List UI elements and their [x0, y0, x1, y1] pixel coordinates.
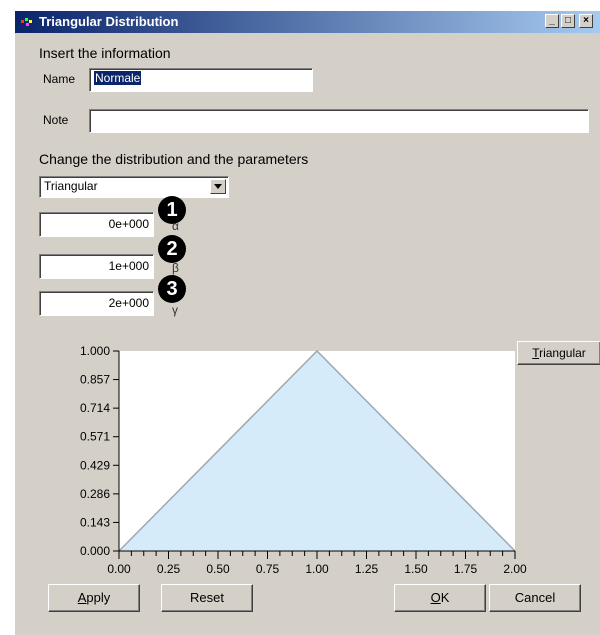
y-tick-label: 0.286 — [80, 487, 110, 501]
apply-button[interactable]: Apply — [48, 584, 140, 612]
ok-button[interactable]: OK — [394, 584, 486, 612]
x-tick-label: 1.25 — [355, 562, 379, 576]
dialog-window: Triangular Distribution _ □ × Insert the… — [14, 10, 600, 635]
distribution-select-value: Triangular — [44, 179, 98, 193]
reset-button-label: Reset — [190, 590, 224, 605]
y-tick-label: 1.000 — [80, 344, 110, 358]
window-title: Triangular Distribution — [39, 14, 179, 29]
note-label: Note — [43, 113, 69, 127]
name-label: Name — [43, 72, 76, 86]
x-tick-label: 1.75 — [454, 562, 478, 576]
y-tick-label: 0.571 — [80, 430, 110, 444]
x-tick-label: 2.00 — [503, 562, 527, 576]
gamma-symbol: γ — [172, 303, 178, 317]
distribution-chart: 0.0000.1430.2860.4290.5710.7140.8571.000… — [80, 344, 527, 576]
x-tick-label: 1.00 — [305, 562, 329, 576]
distribution-heading: Change the distribution and the paramete… — [39, 151, 309, 167]
name-value: Normale — [94, 71, 142, 85]
x-tick-label: 0.25 — [157, 562, 181, 576]
reset-button[interactable]: Reset — [161, 584, 253, 612]
name-field[interactable]: Normale — [89, 68, 313, 92]
param-gamma-field[interactable]: 2e+000 — [39, 291, 154, 316]
app-icon — [21, 18, 32, 26]
note-field[interactable] — [89, 109, 589, 133]
y-tick-label: 0.000 — [80, 544, 110, 558]
maximize-button[interactable]: □ — [561, 14, 575, 28]
y-tick-label: 0.857 — [80, 373, 110, 387]
minimize-button[interactable]: _ — [545, 14, 559, 28]
beta-symbol: β — [172, 261, 179, 275]
y-tick-label: 0.714 — [80, 401, 110, 415]
x-tick-label: 0.50 — [206, 562, 230, 576]
x-tick-label: 0.75 — [256, 562, 280, 576]
y-tick-label: 0.429 — [80, 458, 110, 472]
triangular-button-label: riangular — [539, 346, 586, 360]
param-beta-field[interactable]: 1e+000 — [39, 254, 154, 279]
badge-one-icon: 1 — [158, 196, 186, 224]
chevron-down-icon[interactable] — [210, 179, 226, 194]
info-heading: Insert the information — [39, 45, 171, 61]
cancel-button-label: Cancel — [514, 590, 556, 605]
badge-three-icon: 3 — [158, 275, 186, 303]
ok-button-label: K — [440, 590, 450, 605]
x-tick-label: 1.50 — [404, 562, 428, 576]
y-tick-label: 0.143 — [80, 515, 110, 529]
close-button[interactable]: × — [579, 14, 593, 28]
title-bar[interactable]: Triangular Distribution _ □ × — [15, 11, 600, 33]
apply-button-label: pply — [86, 590, 111, 605]
ok-button-accel: O — [430, 590, 441, 605]
badge-two-icon: 2 — [158, 235, 186, 263]
distribution-select[interactable]: Triangular — [39, 176, 229, 198]
x-tick-label: 0.00 — [107, 562, 131, 576]
cancel-button[interactable]: Cancel — [489, 584, 581, 612]
param-alpha-field[interactable]: 0e+000 — [39, 212, 154, 237]
